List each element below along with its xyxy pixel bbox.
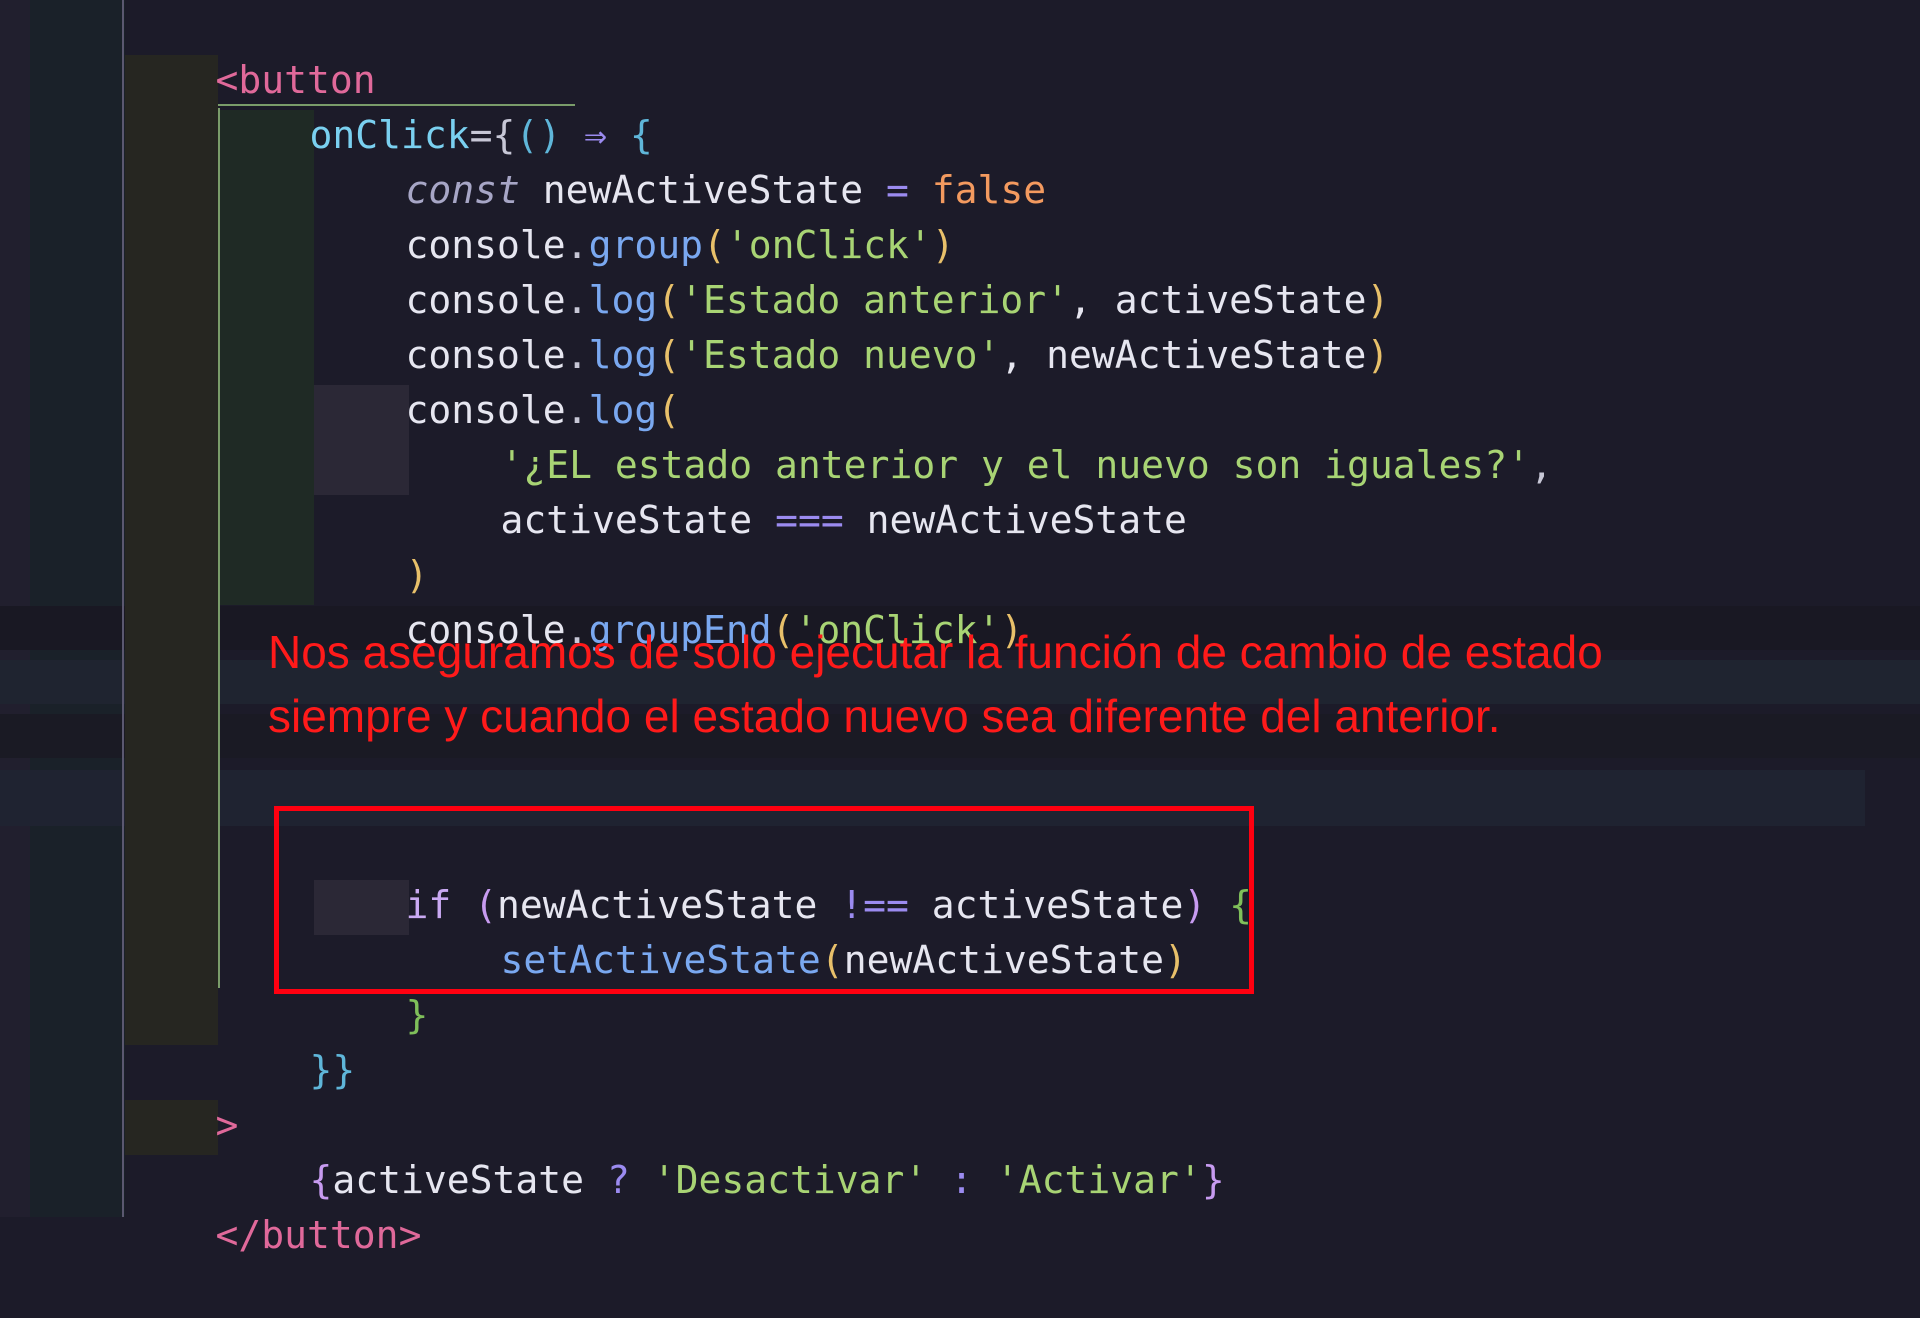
indent-guide: [125, 55, 218, 1045]
indent-guide-line: [122, 0, 124, 1217]
bracket-scope-line: [218, 108, 220, 988]
code-line[interactable]: console.log(: [314, 328, 681, 432]
ternary-operator: ?: [606, 1158, 630, 1202]
code-line[interactable]: onClick={() ⇒ {: [218, 53, 653, 157]
code-line[interactable]: >: [124, 1043, 239, 1147]
identifier: , newActiveState: [1000, 333, 1367, 377]
identifier: activeState: [500, 498, 776, 542]
string-literal: 'Activar': [973, 1158, 1202, 1202]
string-literal: 'Desactivar': [629, 1158, 951, 1202]
jsx-tag: >: [398, 1213, 422, 1257]
brace: }}: [309, 1048, 356, 1092]
code-line[interactable]: console.log('Estado nuevo', newActiveSta…: [314, 273, 1390, 377]
brace: }: [405, 993, 429, 1037]
code-line[interactable]: </button>: [124, 1153, 422, 1257]
code-line[interactable]: console.groupEnd('onClick'): [314, 548, 1024, 652]
brace: }: [1201, 1158, 1225, 1202]
code-line[interactable]: activeState === newActiveState: [409, 438, 1187, 542]
code-line[interactable]: <button: [124, 0, 376, 102]
annotation-text-line-1: Nos aseguramos de solo ejecutar la funci…: [268, 626, 1603, 678]
code-editor[interactable]: <button onClick={() ⇒ { const newActiveS…: [0, 0, 1920, 1257]
paren: ): [1366, 333, 1390, 377]
code-line[interactable]: const newActiveState = false: [314, 108, 1047, 212]
jsx-tag-name: button: [261, 1213, 399, 1257]
punctuation: ,: [1530, 443, 1553, 487]
annotation-text-line-2: siempre y cuando el estado nuevo sea dif…: [268, 690, 1501, 742]
ternary-operator: :: [950, 1158, 974, 1202]
code-line[interactable]: }}: [218, 988, 356, 1092]
jsx-tag: </: [215, 1213, 262, 1257]
string-literal: 'Estado nuevo': [680, 333, 1001, 377]
code-line[interactable]: '¿EL estado anterior y el nuevo son igua…: [409, 383, 1553, 487]
code-line[interactable]: {activeState ? 'Desactivar' : 'Activar'}: [218, 1098, 1225, 1202]
identifier: newActiveState: [843, 498, 1187, 542]
strict-equality-operator: ===: [775, 498, 844, 542]
code-line[interactable]: console.log('Estado anterior', activeSta…: [314, 218, 1390, 322]
code-line[interactable]: console.group('onClick'): [314, 163, 955, 267]
annotation-highlight-box: [274, 806, 1254, 994]
code-line[interactable]: ): [314, 493, 429, 597]
